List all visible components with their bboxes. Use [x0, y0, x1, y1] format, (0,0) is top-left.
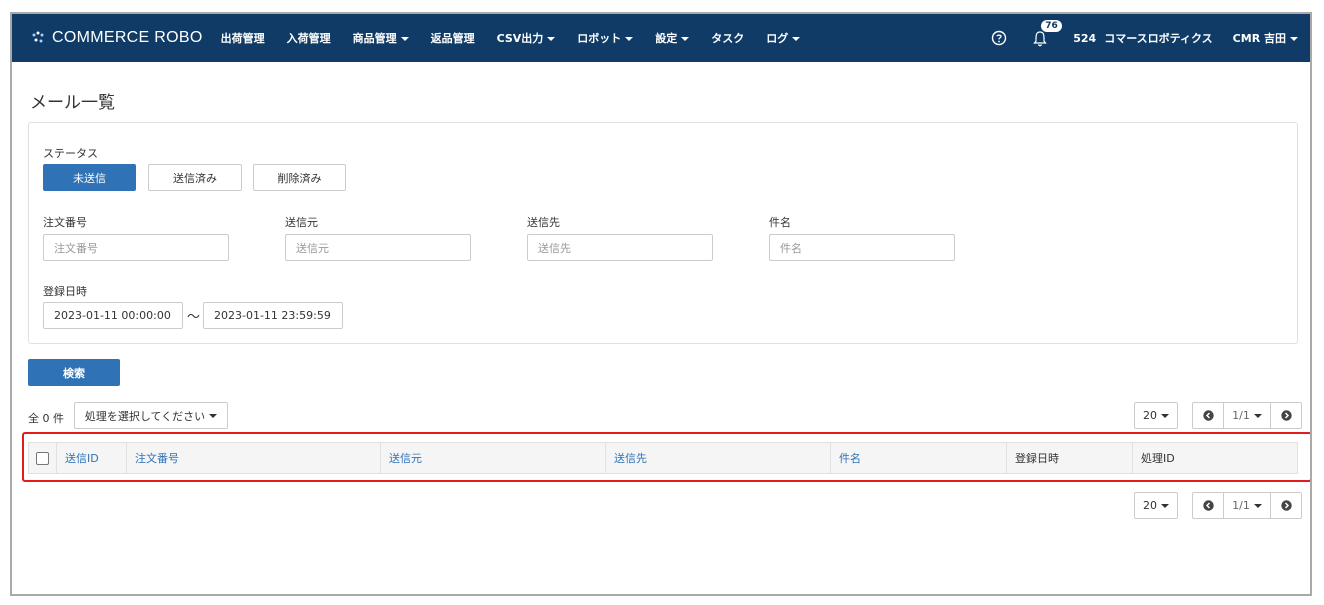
nav-label: 設定	[655, 32, 678, 45]
brand-name: COMMERCE ROBO	[52, 29, 203, 46]
search-button[interactable]: 検索	[28, 359, 120, 386]
status-unsent-button[interactable]: 未送信	[43, 164, 136, 191]
main-nav: 出荷管理 入荷管理 商品管理 返品管理 CSV出力 ロボット 設定 タスク ログ	[221, 30, 823, 46]
chevron-right-circle-icon	[1280, 410, 1292, 421]
date-to-input[interactable]: 2023-01-11 23:59:59	[203, 302, 343, 329]
nav-label: CSV出力	[496, 32, 544, 45]
per-page-value: 20	[1143, 409, 1157, 422]
brand-logo[interactable]: COMMERCE ROBO	[30, 29, 203, 47]
status-deleted-button[interactable]: 削除済み	[253, 164, 346, 191]
col-sender[interactable]: 送信元	[381, 443, 606, 473]
nav-label: タスク	[711, 32, 745, 45]
store-id: 524	[1073, 31, 1097, 45]
nav-label: 商品管理	[352, 32, 397, 45]
pagination-top: 20 1/1	[1134, 402, 1302, 429]
page-title: メール一覧	[30, 93, 115, 113]
top-navbar: COMMERCE ROBO 出荷管理 入荷管理 商品管理 返品管理 CSV出力 …	[12, 14, 1310, 62]
order-number-input[interactable]: 注文番号	[43, 234, 229, 261]
nav-label: 返品管理	[430, 32, 475, 45]
chevron-right-circle-icon	[1280, 500, 1292, 511]
select-all-cell	[29, 443, 57, 473]
chevron-down-icon	[1253, 503, 1262, 508]
col-subject[interactable]: 件名	[831, 443, 1007, 473]
sender-input[interactable]: 送信元	[285, 234, 471, 261]
status-sent-button[interactable]: 送信済み	[148, 164, 242, 191]
per-page-select[interactable]: 20	[1134, 492, 1178, 519]
mail-table-header: 送信ID 注文番号 送信元 送信先 件名 登録日時 処理ID	[28, 442, 1298, 474]
nav-item-csv-export[interactable]: CSV出力	[497, 30, 556, 46]
bulk-action-label: 処理を選択してください	[84, 409, 206, 423]
nav-label: 出荷管理	[220, 32, 265, 45]
select-all-checkbox[interactable]	[36, 451, 49, 465]
prev-page-button[interactable]	[1193, 403, 1223, 428]
next-page-button[interactable]	[1271, 493, 1301, 518]
question-circle-icon[interactable]	[991, 30, 1007, 46]
chevron-down-icon	[1161, 503, 1169, 508]
notification-count-badge: 76	[1041, 20, 1062, 32]
nav-item-settings[interactable]: 設定	[655, 30, 690, 46]
chevron-down-icon	[1290, 37, 1298, 41]
page-select[interactable]: 1/1	[1223, 403, 1271, 428]
col-recipient[interactable]: 送信先	[606, 443, 831, 473]
result-count: 全 0 件	[28, 412, 64, 425]
recipient-label: 送信先	[527, 216, 560, 229]
chevron-left-circle-icon	[1202, 500, 1214, 511]
registered-date-label: 登録日時	[43, 285, 87, 298]
page-indicator: 1/1	[1232, 409, 1250, 422]
nav-item-logs[interactable]: ログ	[766, 30, 801, 46]
nav-label: ログ	[766, 32, 789, 45]
next-page-button[interactable]	[1271, 403, 1301, 428]
page-nav: 1/1	[1192, 402, 1302, 429]
order-number-label: 注文番号	[43, 216, 87, 229]
chevron-down-icon	[1161, 413, 1169, 418]
bell-icon	[1033, 31, 1047, 47]
prev-page-button[interactable]	[1193, 493, 1223, 518]
page-indicator: 1/1	[1232, 499, 1250, 512]
notification-button[interactable]: 76	[1033, 20, 1062, 48]
sender-label: 送信元	[285, 216, 318, 229]
nav-item-tasks[interactable]: タスク	[711, 30, 744, 46]
per-page-value: 20	[1143, 499, 1157, 512]
chevron-down-icon	[209, 413, 218, 418]
user-menu[interactable]: CMR 吉田	[1233, 30, 1298, 46]
nav-label: ロボット	[577, 32, 622, 45]
chevron-down-icon	[400, 37, 409, 41]
per-page-select[interactable]: 20	[1134, 402, 1178, 429]
app-window: COMMERCE ROBO 出荷管理 入荷管理 商品管理 返品管理 CSV出力 …	[10, 12, 1312, 596]
chevron-down-icon	[1253, 413, 1262, 418]
page-nav: 1/1	[1192, 492, 1302, 519]
subject-label: 件名	[769, 216, 791, 229]
nav-item-shipping[interactable]: 出荷管理	[221, 30, 265, 46]
date-range-separator: 〜	[187, 310, 201, 325]
date-from-input[interactable]: 2023-01-11 00:00:00	[43, 302, 183, 329]
chevron-down-icon	[547, 37, 556, 41]
nav-right: 76 524 コマースロボティクス CMR 吉田	[991, 20, 1310, 48]
pagination-bottom: 20 1/1	[1134, 492, 1302, 519]
robot-spark-icon	[32, 31, 44, 43]
bulk-action-select[interactable]: 処理を選択してください	[74, 402, 228, 429]
recipient-input[interactable]: 送信先	[527, 234, 713, 261]
chevron-left-circle-icon	[1202, 410, 1214, 421]
status-label: ステータス	[43, 147, 98, 160]
col-process-id: 処理ID	[1141, 452, 1175, 465]
nav-item-receiving[interactable]: 入荷管理	[287, 30, 331, 46]
col-send-id[interactable]: 送信ID	[57, 443, 127, 473]
page-select[interactable]: 1/1	[1223, 493, 1271, 518]
user-name: CMR 吉田	[1232, 32, 1286, 45]
nav-item-robot[interactable]: ロボット	[577, 30, 634, 46]
nav-label: 入荷管理	[286, 32, 331, 45]
nav-item-products[interactable]: 商品管理	[353, 30, 409, 46]
subject-input[interactable]: 件名	[769, 234, 955, 261]
chevron-down-icon	[625, 37, 634, 41]
col-registered-date: 登録日時	[1007, 443, 1133, 473]
nav-item-returns[interactable]: 返品管理	[431, 30, 475, 46]
chevron-down-icon	[681, 37, 690, 41]
store-name[interactable]: コマースロボティクス	[1104, 30, 1212, 46]
chevron-down-icon	[792, 37, 801, 41]
filter-panel: ステータス 未送信 送信済み 削除済み 注文番号 注文番号 送信元 送信元 送信…	[28, 122, 1298, 344]
col-order-number[interactable]: 注文番号	[127, 443, 381, 473]
